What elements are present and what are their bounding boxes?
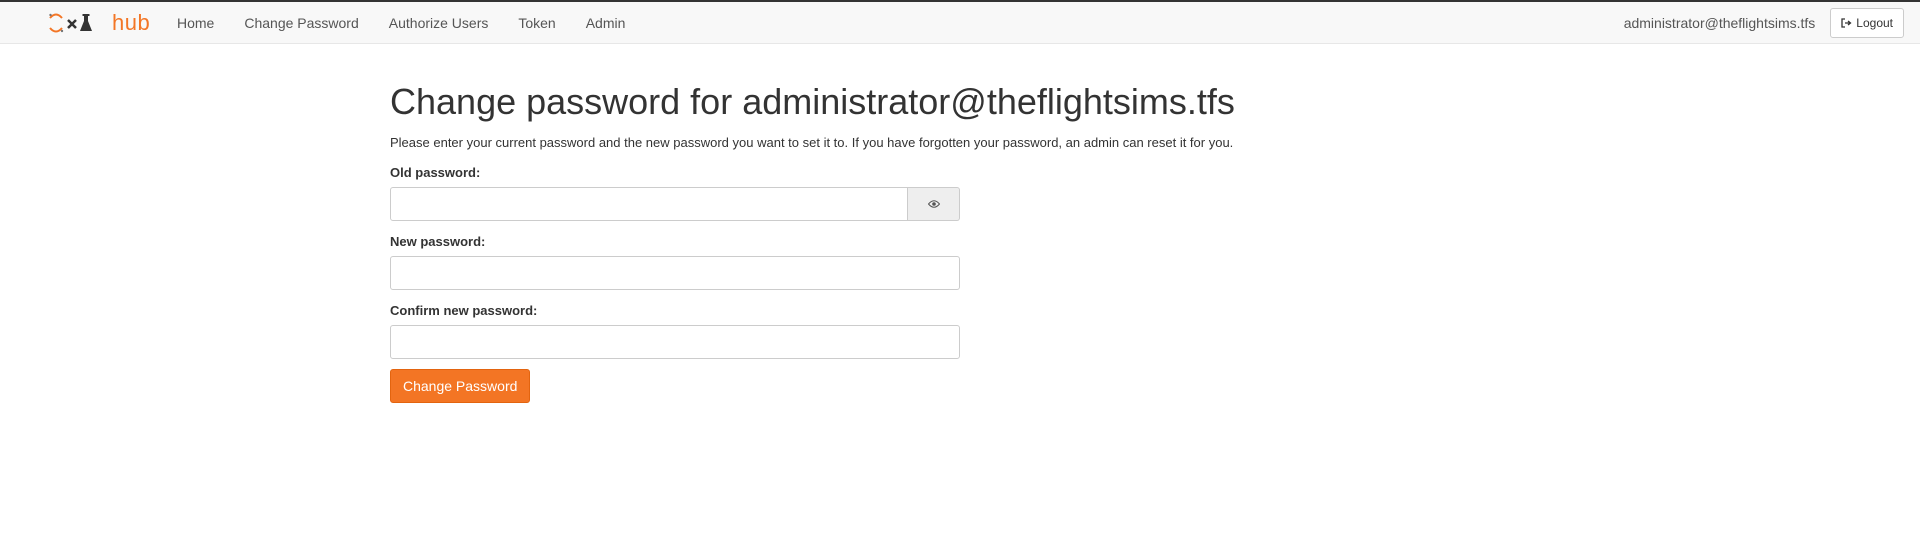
user-area: administrator@theflightsims.tfs Logout <box>1624 2 1904 44</box>
nav-change-password[interactable]: Change Password <box>229 2 373 44</box>
old-password-input[interactable] <box>390 187 908 221</box>
jupyter-logo-icon <box>49 13 92 33</box>
nav-admin[interactable]: Admin <box>571 2 641 44</box>
page-description: Please enter your current password and t… <box>390 135 1234 150</box>
old-password-group <box>390 187 960 221</box>
confirm-password-label: Confirm new password: <box>390 303 538 318</box>
change-password-button[interactable]: Change Password <box>390 369 531 403</box>
old-password-label: Old password: <box>390 165 481 180</box>
jupyterhub-logo[interactable]: hub <box>48 10 150 36</box>
current-user: administrator@theflightsims.tfs <box>1623 15 1816 31</box>
nav-authorize-users[interactable]: Authorize Users <box>374 2 504 44</box>
top-navbar: hub Home Change Password Authorize Users… <box>0 2 1920 44</box>
main-nav: Home Change Password Authorize Users Tok… <box>162 2 640 44</box>
new-password-input[interactable] <box>390 256 960 290</box>
sign-out-icon <box>1841 18 1852 28</box>
show-password-toggle[interactable] <box>908 187 960 221</box>
logout-label: Logout <box>1856 16 1893 30</box>
nav-home[interactable]: Home <box>162 2 229 44</box>
new-password-label: New password: <box>390 234 486 249</box>
nav-token[interactable]: Token <box>503 2 570 44</box>
change-password-container: Change password for administrator@thefli… <box>390 80 1350 403</box>
confirm-password-input[interactable] <box>390 325 960 359</box>
eye-icon <box>927 200 940 208</box>
logout-button[interactable]: Logout <box>1830 8 1904 38</box>
page-title: Change password for administrator@thefli… <box>390 81 1235 122</box>
logo-text: hub <box>112 10 151 35</box>
